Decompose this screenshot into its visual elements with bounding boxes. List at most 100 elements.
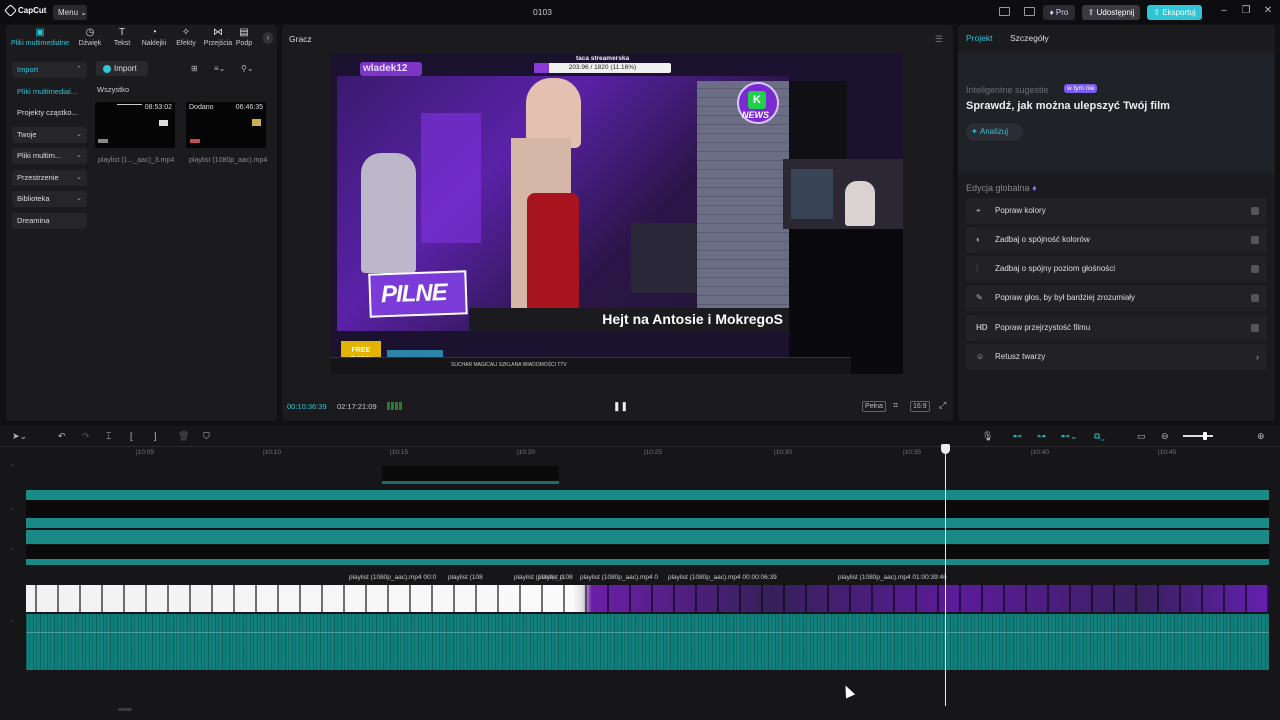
- track-icon[interactable]: ▫: [11, 546, 13, 553]
- link-icon[interactable]: ⊷: [1013, 431, 1022, 442]
- zoom-out-icon[interactable]: ⊖: [1161, 431, 1169, 442]
- voice-icon: ✎: [976, 293, 983, 302]
- tab-transitions[interactable]: ⋈ Przejścia: [202, 25, 234, 53]
- sidebar-item-library[interactable]: Biblioteka ⌄: [12, 191, 87, 207]
- sort-icon[interactable]: ≡⌄: [214, 64, 225, 73]
- export-label: Eksportuj: [1162, 8, 1196, 17]
- tab-details[interactable]: Szczegóły: [1010, 33, 1049, 43]
- maximize-icon[interactable]: ❐: [1241, 6, 1251, 16]
- sidebar-item-media-files[interactable]: Pliki multimedial...: [12, 84, 87, 100]
- video-preview[interactable]: wladek12 taca streamerska 203.96 / 1820 …: [331, 53, 903, 374]
- media-item-name: playlist (1..._aac)_3.mp4: [98, 157, 175, 164]
- undo-icon[interactable]: ↶: [58, 431, 66, 442]
- split-icon[interactable]: ⌶: [106, 431, 111, 442]
- video-clip-track[interactable]: [26, 559, 1269, 565]
- option-label: Popraw kolory: [995, 206, 1046, 215]
- sidebar-item-media-multi[interactable]: Pliki multim... ⌄: [12, 148, 87, 164]
- video-clip-track[interactable]: [26, 530, 1269, 544]
- sidebar-item-label: Pliki multim...: [17, 151, 62, 160]
- sidebar-item-projects[interactable]: Projekty cząstko...: [12, 105, 87, 121]
- effects-icon: ✧: [181, 27, 191, 38]
- overlay-clip[interactable]: [382, 466, 559, 484]
- time-ruler[interactable]: |10:05 |10:10 |10:15 |10:20 |10:25 |10:3…: [26, 446, 1271, 460]
- trim-right-icon[interactable]: ]: [154, 431, 157, 441]
- media-item[interactable]: 08:53:02 playlist (1..._aac)_3.mp4: [95, 102, 175, 164]
- option-toggle[interactable]: [1251, 236, 1259, 244]
- shield-icon[interactable]: ⛉: [203, 431, 210, 442]
- microphone-icon[interactable]: 🎙: [982, 431, 993, 442]
- current-timecode: 00:10:36:39: [287, 402, 327, 411]
- title-bar: CapCut Menu ⌄ 0103 ♦ Pro ⇪ Udostępnij ⇧ …: [0, 0, 1280, 24]
- media-item[interactable]: Dodano 06:46:35 playlist (1080p_aac).mp4: [186, 102, 267, 164]
- sidebar-item-yours[interactable]: Twoje ⌄: [12, 126, 87, 143]
- video-clip-track[interactable]: [26, 545, 1269, 559]
- main-video-clip[interactable]: [26, 585, 1269, 612]
- horizontal-scrollbar[interactable]: [118, 708, 132, 711]
- video-clip-track[interactable]: [26, 490, 1269, 500]
- chain-icon[interactable]: ⊷⌄: [1061, 431, 1078, 442]
- delete-icon[interactable]: 🗑: [178, 431, 189, 442]
- shortcuts-icon[interactable]: [1024, 7, 1035, 16]
- sidebar-item-spaces[interactable]: Przestrzenie ⌄: [12, 169, 87, 186]
- option-face-retouch[interactable]: ☺ Retusz twarzy ›: [966, 344, 1267, 370]
- fullscreen-icon[interactable]: ⤢: [937, 401, 948, 410]
- option-clarity[interactable]: HD Popraw przejrzystość filmu: [966, 315, 1267, 341]
- audio-waveform-track[interactable]: [26, 614, 1269, 670]
- close-icon[interactable]: ✕: [1263, 6, 1273, 16]
- tab-project[interactable]: Projekt: [966, 33, 992, 43]
- tab-media[interactable]: ▣ Pliki multimedialne: [6, 25, 74, 53]
- export-button[interactable]: ⇧ Eksportuj: [1147, 5, 1202, 20]
- select-tool-icon[interactable]: ➤⌄: [12, 431, 27, 442]
- sidebar-item-dreamina[interactable]: Dreamina: [12, 212, 87, 229]
- option-fix-colors[interactable]: ⌖ Popraw kolory: [966, 198, 1267, 224]
- option-toggle[interactable]: [1251, 294, 1259, 302]
- plus-icon: [103, 64, 111, 73]
- option-volume-level[interactable]: ⫶ Zadbaj o spójny poziom głośności: [966, 256, 1267, 282]
- video-clip-track[interactable]: [26, 500, 1269, 518]
- option-toggle[interactable]: [1251, 207, 1259, 215]
- aspect-ratio-button[interactable]: 16:9: [910, 401, 930, 412]
- pause-button[interactable]: ❚❚: [613, 401, 628, 412]
- option-toggle[interactable]: [1251, 324, 1259, 332]
- sidebar-item-label: Pliki multimedial...: [17, 86, 78, 96]
- tab-stickers[interactable]: ◔ Naklejki: [138, 25, 170, 53]
- track-icon[interactable]: ▫: [11, 618, 13, 625]
- ruler-label: |10:35: [903, 449, 921, 456]
- sidebar-item-import[interactable]: Import ⌃: [12, 62, 87, 78]
- playhead-line[interactable]: [945, 448, 946, 706]
- facecam-person: [845, 181, 875, 226]
- import-button[interactable]: Import: [96, 61, 148, 76]
- total-timecode: 02:17:21:09: [337, 402, 377, 411]
- player-menu-icon[interactable]: ☰: [935, 34, 943, 45]
- tabs-next-icon[interactable]: ›: [263, 32, 273, 44]
- option-color-consistency[interactable]: ◐ Zadbaj o spójność kolorów: [966, 227, 1267, 253]
- filter-icon[interactable]: ⚲⌄: [241, 64, 254, 73]
- ruler-label: |10:20: [517, 449, 535, 456]
- tab-effects[interactable]: ✧ Efekty: [170, 25, 202, 53]
- trim-left-icon[interactable]: [: [130, 431, 133, 441]
- tab-audio[interactable]: ◷ Dźwięk: [74, 25, 106, 53]
- tab-text[interactable]: T Tekst: [106, 25, 138, 53]
- minimize-icon[interactable]: –: [1219, 6, 1229, 16]
- caption-icon[interactable]: ▭: [1137, 431, 1146, 442]
- track-icon[interactable]: ▫: [11, 462, 13, 469]
- magnet-icon[interactable]: ⊶: [1037, 431, 1046, 442]
- option-toggle[interactable]: [1251, 265, 1259, 273]
- preview-axis-icon[interactable]: ⧉⌄: [1094, 431, 1105, 442]
- share-button[interactable]: ⇪ Udostępnij: [1082, 5, 1140, 20]
- analyze-button[interactable]: ✦ Analizuj: [966, 123, 1023, 141]
- zoom-in-icon[interactable]: ⊕: [1257, 431, 1265, 442]
- full-quality-button[interactable]: Pełna: [862, 401, 886, 412]
- layout-icon[interactable]: [999, 7, 1010, 16]
- track-icon[interactable]: ▫: [11, 506, 13, 513]
- redo-icon[interactable]: ↷: [82, 431, 90, 442]
- zoom-slider[interactable]: [1183, 432, 1213, 440]
- pro-button[interactable]: ♦ Pro: [1043, 5, 1075, 20]
- crop-icon[interactable]: ⌗: [891, 401, 900, 410]
- grid-view-icon[interactable]: ⊞: [191, 64, 198, 73]
- tab-media-label: Pliki multimedialne: [11, 40, 69, 47]
- zoom-slider-handle[interactable]: [1202, 432, 1207, 440]
- video-clip-track[interactable]: [26, 518, 1269, 528]
- option-voice[interactable]: ✎ Popraw głos, by był bardziej zrozumiały: [966, 285, 1267, 311]
- tab-captions[interactable]: ▤ Podp: [234, 25, 254, 53]
